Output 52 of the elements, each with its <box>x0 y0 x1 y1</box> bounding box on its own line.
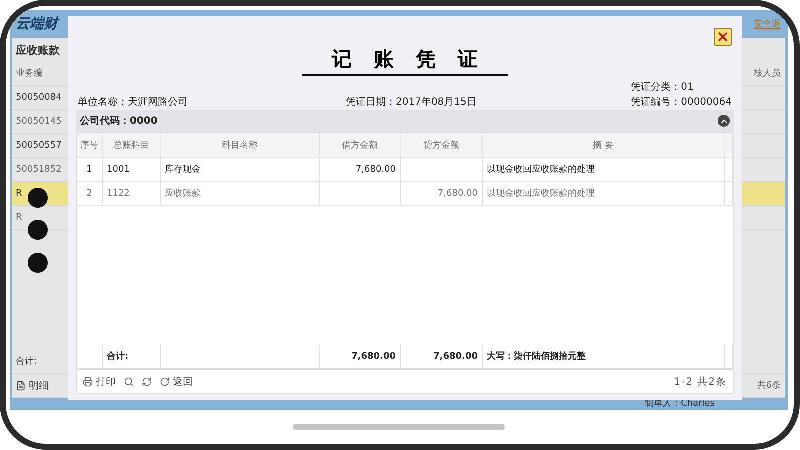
column-header: 业务编 <box>16 68 43 80</box>
reload-icon <box>160 376 170 386</box>
table-cell: 1122 <box>103 182 161 205</box>
table-cell: 50050557 <box>16 140 62 150</box>
voucher-number: 凭证编号：00000064 <box>631 96 732 110</box>
refresh-icon <box>142 376 152 386</box>
table-cell: 以现金收回应收账款的处理 <box>483 182 725 205</box>
table-cell: 7,680.00 <box>320 158 401 181</box>
collapse-button[interactable] <box>718 115 730 127</box>
table-cell: R <box>16 188 22 198</box>
voucher-title: 记账凭证 <box>302 46 508 76</box>
detail-button[interactable]: 明细 <box>16 378 49 392</box>
column-header: 贷方金额 <box>401 133 483 157</box>
table-cell: 50050084 <box>16 92 62 102</box>
table-cell: 7,680.00 <box>320 345 401 368</box>
close-button[interactable] <box>714 28 732 46</box>
app-title: 云端财 <box>16 15 58 33</box>
document-icon <box>16 380 26 390</box>
table-cell: 2 <box>77 182 103 205</box>
voucher-date: 凭证日期：2017年08月15日 <box>346 96 478 110</box>
table-cell: 7,680.00 <box>401 345 483 368</box>
table-cell: 1 <box>77 158 103 181</box>
unit-name: 单位名称：天涯网路公司 <box>78 96 189 110</box>
column-header: 摘 要 <box>483 133 725 157</box>
column-header: 序号 <box>77 133 103 157</box>
table-cell: 50051852 <box>16 164 62 174</box>
total-label: 合计: <box>16 356 38 368</box>
panel-title: 应收账款 <box>14 42 60 58</box>
search-button[interactable] <box>124 376 134 386</box>
total-label: 合计: <box>103 345 161 368</box>
refresh-button[interactable] <box>142 376 152 386</box>
table-cell: R <box>16 212 22 222</box>
table-cell: 以现金收回应收账款的处理 <box>483 158 725 181</box>
column-header: 借方金额 <box>320 133 401 157</box>
table-cell: 库存现金 <box>161 158 320 181</box>
column-header: 科目名称 <box>161 133 320 157</box>
close-icon <box>716 30 730 44</box>
table-cell: 应收账款 <box>161 182 320 205</box>
search-icon <box>124 376 134 386</box>
column-header: 总账科目 <box>103 133 161 157</box>
table-cell: 50050145 <box>16 116 62 126</box>
print-button[interactable]: 打印 <box>83 374 116 388</box>
column-header: 核人员 <box>754 68 781 80</box>
printer-icon <box>83 376 93 386</box>
pagination-text: 1-2 共2条 <box>674 376 727 388</box>
table-cell: 1001 <box>103 158 161 181</box>
amount-in-words: 大写：柒仟陆佰捌拾元整 <box>483 345 725 368</box>
record-count: 共6条 <box>757 380 781 392</box>
back-button[interactable]: 返回 <box>160 374 193 388</box>
voucher-category: 凭证分类：01 <box>631 80 695 95</box>
table-cell: 7,680.00 <box>401 182 483 205</box>
company-code: 公司代码：0000 <box>80 114 158 128</box>
